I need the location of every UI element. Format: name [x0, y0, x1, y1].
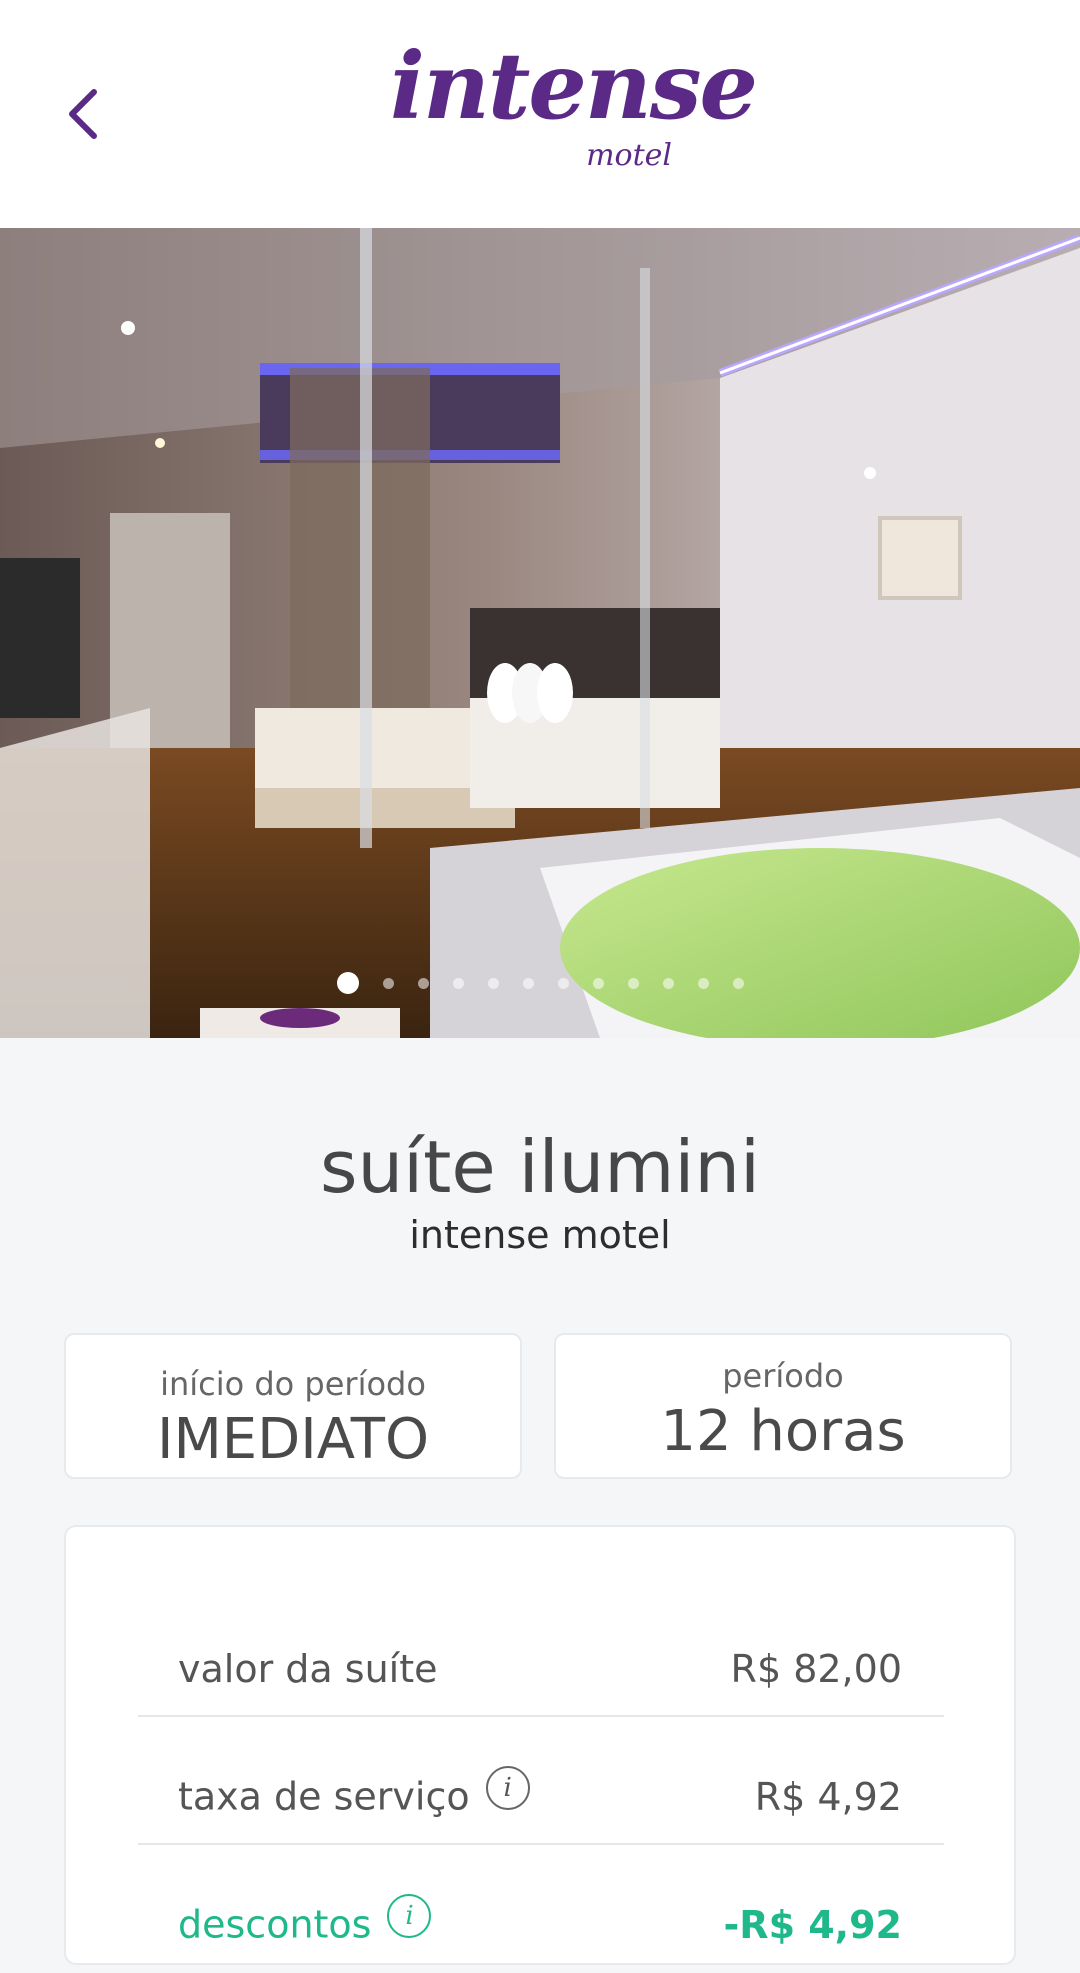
price-label-with-info: taxa de serviço i	[178, 1766, 530, 1819]
gallery-dot[interactable]	[522, 977, 534, 989]
period-start-card[interactable]: início do período IMEDIATO	[64, 1333, 522, 1479]
gallery-dot[interactable]	[487, 977, 499, 989]
suite-photo	[0, 228, 1080, 1038]
price-value: R$ 4,92	[754, 1775, 902, 1819]
gallery-dot[interactable]	[662, 977, 674, 989]
gallery-pagination	[0, 968, 1080, 998]
motel-name: intense motel	[409, 1213, 671, 1258]
gallery-dot[interactable]	[382, 977, 394, 989]
period-card[interactable]: período 12 horas	[554, 1333, 1012, 1479]
chevron-left-icon	[69, 89, 97, 139]
suite-name: suíte ilumini	[320, 1125, 760, 1209]
period-label: período	[722, 1357, 844, 1395]
price-row-suite-value: valor da suíte R$ 82,00	[138, 1589, 944, 1717]
gallery-dot[interactable]	[557, 977, 569, 989]
price-summary-card: valor da suíte R$ 82,00 taxa de serviço i…	[64, 1525, 1016, 1965]
gallery-dot[interactable]	[732, 977, 744, 989]
intense-motel-logo: intense motel	[390, 40, 758, 180]
period-value: 12 horas	[660, 1399, 906, 1464]
price-label: descontos	[178, 1903, 372, 1947]
info-icon[interactable]: i	[387, 1894, 432, 1939]
gallery-dot[interactable]	[336, 972, 359, 994]
gallery-dot[interactable]	[627, 977, 639, 989]
info-icon[interactable]: i	[485, 1766, 530, 1811]
gallery-dot[interactable]	[452, 977, 464, 989]
app-header: intense motel	[0, 0, 1080, 228]
logo-subtext: motel	[586, 138, 672, 173]
suite-photo-gallery[interactable]	[0, 228, 1080, 1038]
back-button[interactable]	[52, 78, 112, 150]
price-row-service-fee: taxa de serviço i R$ 4,92	[138, 1717, 944, 1845]
suite-title-block: suíte ilumini intense motel	[0, 1125, 1080, 1258]
price-label: taxa de serviço	[178, 1775, 470, 1819]
price-value: -R$ 4,92	[723, 1903, 902, 1947]
gallery-dot[interactable]	[592, 977, 604, 989]
logo-text: intense	[390, 32, 758, 140]
price-label: valor da suíte	[178, 1647, 438, 1691]
gallery-dot[interactable]	[417, 977, 429, 989]
period-start-value: IMEDIATO	[156, 1407, 430, 1472]
price-row-discounts: descontos i -R$ 4,92	[138, 1845, 944, 1973]
price-value: R$ 82,00	[730, 1647, 902, 1691]
gallery-dot[interactable]	[697, 977, 709, 989]
period-start-label: início do período	[160, 1365, 426, 1403]
price-label-with-info: descontos i	[178, 1894, 432, 1947]
